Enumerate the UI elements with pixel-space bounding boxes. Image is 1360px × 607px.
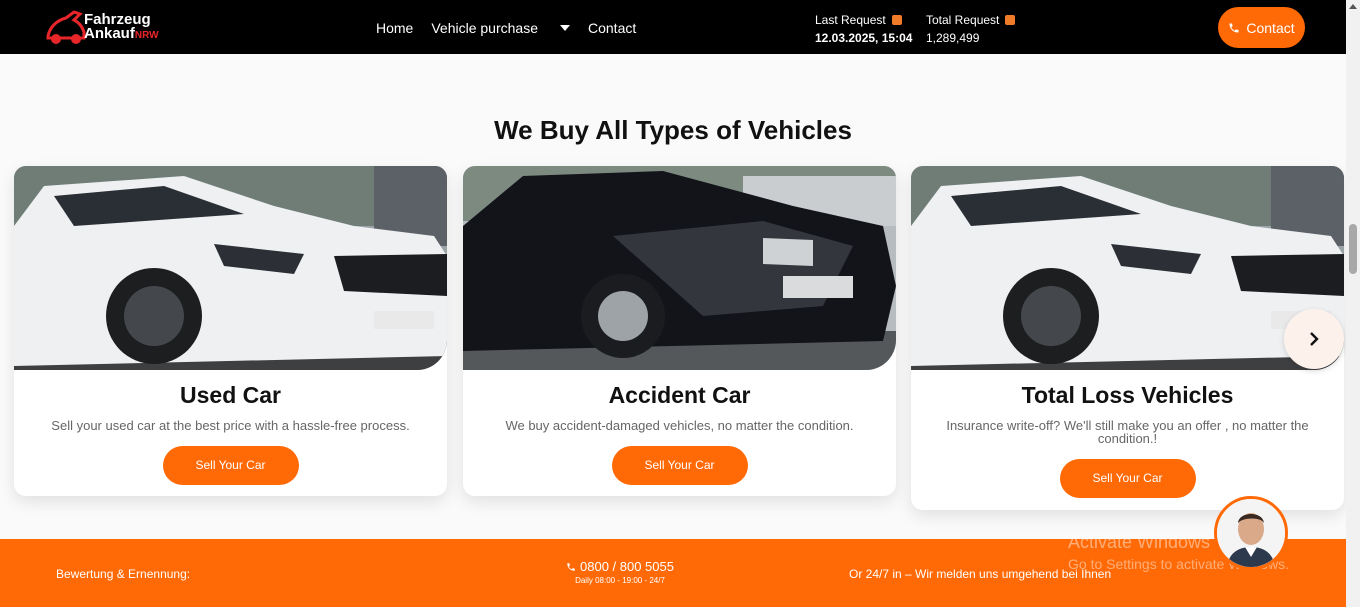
nav-vehicle-purchase-label: Vehicle purchase (431, 20, 538, 36)
vehicle-card-total-loss: Total Loss Vehicles Insurance write-off?… (911, 166, 1344, 510)
logo-text: Fahrzeug AnkaufNRW (84, 12, 159, 43)
total-request-value: 1,289,499 (926, 31, 980, 45)
last-request-label: Last Request (815, 13, 886, 27)
carousel-next-button[interactable] (1284, 309, 1344, 369)
footer-hours: Daily 08:00 - 19:00 - 24/7 (575, 576, 665, 585)
nav-contact[interactable]: Contact (588, 20, 636, 36)
card-description: Insurance write-off? We'll still make yo… (946, 418, 1309, 446)
site-logo[interactable]: Fahrzeug AnkaufNRW (44, 8, 174, 48)
main-nav: Home Vehicle purchase Contact (376, 20, 654, 36)
sell-your-car-button[interactable]: Sell Your Car (162, 446, 299, 485)
card-description: Sell your used car at the best price wit… (51, 418, 410, 433)
last-request-value: 12.03.2025, 15:04 (815, 31, 913, 45)
phone-icon (567, 562, 575, 571)
total-loss-image (911, 166, 1344, 370)
vehicle-card-accident-car: Accident Car We buy accident-damaged veh… (463, 166, 896, 496)
caret-down-icon (560, 25, 570, 31)
card-title: Used Car (180, 382, 281, 408)
footer-phone[interactable]: 0800 / 800 5055 (560, 559, 680, 574)
logo-suffix: NRW (134, 30, 159, 41)
sell-your-car-button[interactable]: Sell Your Car (1059, 459, 1196, 498)
logo-line-2: Ankauf (84, 25, 135, 42)
footer-left-text: Bewertung & Ernennung: (56, 567, 191, 581)
footer-phone-number: 0800 / 800 5055 (580, 559, 674, 574)
chevron-right-icon (1310, 332, 1319, 346)
card-description: We buy accident-damaged vehicles, no mat… (505, 418, 854, 433)
chart-icon (1005, 15, 1016, 25)
clock-icon (891, 15, 902, 25)
chat-agent-avatar[interactable] (1214, 496, 1288, 570)
total-request-label: Total Request (926, 13, 1000, 27)
last-request-stat: Last Request 12.03.2025, 15:04 (815, 11, 912, 47)
card-title: Accident Car (608, 382, 751, 408)
sell-your-car-button[interactable]: Sell Your Car (611, 446, 748, 485)
section-title: We Buy All Types of Vehicles (494, 115, 852, 145)
vehicle-card-used-car: Used Car Sell your used car at the best … (14, 166, 447, 496)
accident-car-image (463, 166, 896, 370)
header-contact-label: Contact (1246, 19, 1295, 36)
scrollbar-thumb[interactable] (1349, 224, 1357, 274)
total-request-stat: Total Request 1,289,499 (926, 11, 1016, 47)
footer-phone-block: 0800 / 800 5055 Daily 08:00 - 19:00 - 24… (560, 559, 680, 585)
used-car-image (14, 166, 447, 370)
header-contact-button[interactable]: Contact (1218, 7, 1305, 48)
page-scrollbar[interactable] (1346, 0, 1360, 607)
site-header: Fahrzeug AnkaufNRW Home Vehicle purchase… (0, 0, 1346, 54)
car-logo-icon (46, 10, 86, 44)
nav-home[interactable]: Home (376, 20, 413, 36)
nav-vehicle-purchase[interactable]: Vehicle purchase (431, 20, 570, 36)
card-title: Total Loss Vehicles (1021, 382, 1234, 408)
phone-icon (1229, 23, 1239, 32)
scroll-up-arrow[interactable] (1349, 4, 1357, 9)
